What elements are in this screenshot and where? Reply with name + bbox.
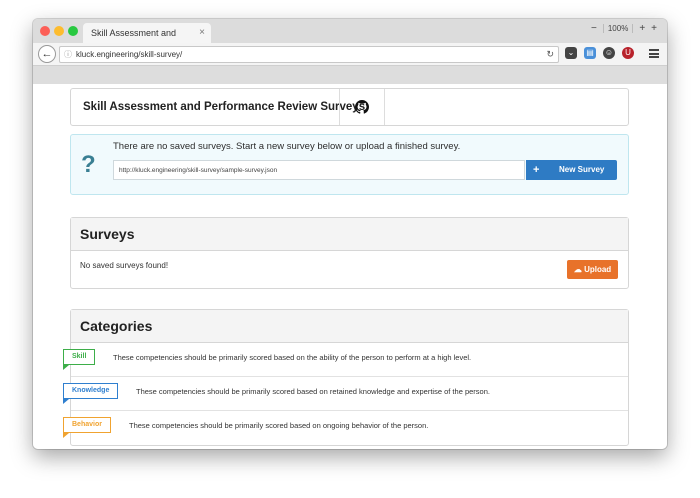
header-panel: Skill Assessment and Performance Review … xyxy=(70,88,629,126)
category-description: These competencies should be primarily s… xyxy=(113,353,472,362)
survey-url-input[interactable]: http://kluck.engineering/skill-survey/sa… xyxy=(113,160,525,180)
menu-icon[interactable] xyxy=(649,49,659,58)
ribbon-fold xyxy=(63,433,69,438)
zoom-level[interactable]: 100% xyxy=(602,24,634,33)
categories-header: Categories xyxy=(71,310,628,343)
surveys-header: Surveys xyxy=(71,218,628,251)
category-row: Knowledge These competencies should be p… xyxy=(63,377,628,411)
github-link[interactable] xyxy=(339,89,385,125)
category-badge-behavior: Behavior xyxy=(63,417,111,433)
plus-icon: + xyxy=(533,164,540,176)
alert-message: There are no saved surveys. Start a new … xyxy=(113,141,461,152)
category-badge-knowledge: Knowledge xyxy=(63,383,119,399)
upload-label: Upload xyxy=(584,265,612,274)
categories-panel: Categories Skill These competencies shou… xyxy=(63,309,629,446)
new-survey-button[interactable]: + New Survey xyxy=(526,160,617,180)
reader-icon[interactable]: ▤ xyxy=(584,47,596,59)
tab-close-icon[interactable]: × xyxy=(199,23,205,43)
new-survey-label: New Survey xyxy=(559,165,605,174)
new-tab-button[interactable]: + xyxy=(651,23,657,34)
info-alert: ? There are no saved surveys. Start a ne… xyxy=(70,134,629,195)
no-surveys-text: No saved surveys found! xyxy=(80,261,169,270)
toolbar-icons: ⌄ ▤ ☺ U xyxy=(565,47,634,59)
categories-title: Categories xyxy=(80,318,153,334)
github-icon xyxy=(355,100,369,114)
info-icon[interactable]: ⓘ xyxy=(64,47,72,62)
browser-tab[interactable]: Skill Assessment and Performa... × xyxy=(83,23,211,58)
question-icon: ? xyxy=(81,151,96,178)
category-badge-skill: Skill xyxy=(63,349,96,365)
category-description: These competencies should be primarily s… xyxy=(129,421,429,430)
browser-window: Skill Assessment and Performa... × − 100… xyxy=(33,19,667,449)
reload-icon[interactable]: ↻ xyxy=(546,47,554,62)
close-window-button[interactable] xyxy=(40,26,50,36)
zoom-controls: − 100% + + xyxy=(591,23,657,34)
url-text[interactable]: kluck.engineering/skill-survey/ xyxy=(76,47,182,62)
maximize-window-button[interactable] xyxy=(68,26,78,36)
nav-toolbar: ← ⓘ kluck.engineering/skill-survey/ ↻ ⌄ … xyxy=(33,43,667,66)
surveys-panel: Surveys No saved surveys found! ☁ Upload xyxy=(70,217,629,289)
pocket-icon[interactable]: ⌄ xyxy=(565,47,577,59)
cloud-upload-icon: ☁ xyxy=(573,265,582,274)
minimize-window-button[interactable] xyxy=(54,26,64,36)
extension-icon[interactable]: ☺ xyxy=(603,47,615,59)
tab-bar: Skill Assessment and Performa... × − 100… xyxy=(33,19,667,58)
ublock-icon[interactable]: U xyxy=(622,47,634,59)
page-title: Skill Assessment and Performance Review … xyxy=(83,101,366,113)
page-viewport: Skill Assessment and Performance Review … xyxy=(33,66,667,449)
top-strip xyxy=(33,66,667,84)
category-description: These competencies should be primarily s… xyxy=(136,387,490,396)
category-row: Behavior These competencies should be pr… xyxy=(63,411,628,444)
back-arrow-icon[interactable]: ← xyxy=(38,45,56,63)
ribbon-fold xyxy=(63,365,69,370)
category-row: Skill These competencies should be prima… xyxy=(63,343,628,377)
surveys-title: Surveys xyxy=(80,226,135,242)
zoom-out-button[interactable]: − xyxy=(591,23,597,34)
zoom-in-button[interactable]: + xyxy=(639,23,645,34)
ribbon-fold xyxy=(63,399,69,404)
url-bar[interactable]: ⓘ kluck.engineering/skill-survey/ ↻ xyxy=(59,46,559,63)
upload-button[interactable]: ☁ Upload xyxy=(567,260,618,279)
